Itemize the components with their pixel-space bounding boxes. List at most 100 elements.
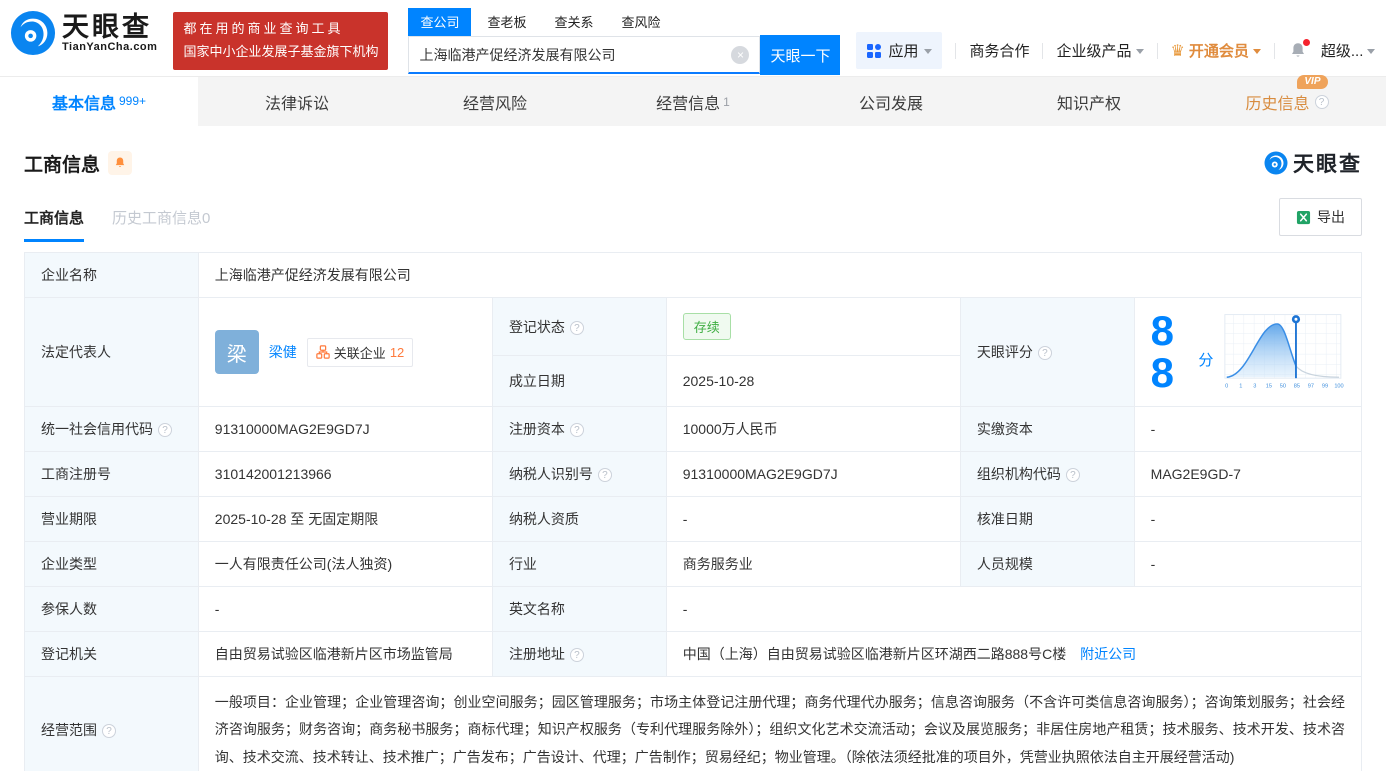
legal-rep-avatar[interactable]: 梁	[215, 330, 259, 374]
reg-number-label: 工商注册号	[25, 452, 199, 497]
table-row: 企业类型 一人有限责任公司(法人独资) 行业 商务服务业 人员规模 -	[25, 542, 1362, 587]
nearby-companies-link[interactable]: 附近公司	[1080, 646, 1136, 662]
business-term-label: 营业期限	[25, 497, 199, 542]
help-icon[interactable]: ?	[570, 321, 584, 335]
enterprise-products-label: 企业级产品	[1056, 40, 1131, 61]
svg-text:15: 15	[1266, 384, 1272, 390]
company-name-value: 上海临港产促经济发展有限公司	[198, 253, 1361, 298]
menu-enterprise-products[interactable]: 企业级产品	[1056, 40, 1143, 61]
score-label-cell: 天眼评分?	[960, 298, 1134, 407]
clear-search-icon[interactable]: ×	[731, 46, 749, 64]
company-name-label: 企业名称	[25, 253, 199, 298]
search-button[interactable]: 天眼一下	[760, 35, 840, 75]
notification-dot	[1303, 39, 1310, 46]
staff-size-value: -	[1134, 542, 1361, 587]
business-term-value: 2025-10-28 至 无固定期限	[198, 497, 492, 542]
table-row: 营业期限 2025-10-28 至 无固定期限 纳税人资质 - 核准日期 -	[25, 497, 1362, 542]
chevron-down-icon	[1367, 49, 1375, 54]
help-icon[interactable]: ?	[102, 724, 116, 738]
promo-banner: 都在用的商业查询工具 国家中小企业发展子基金旗下机构	[173, 12, 388, 70]
search-input-wrap: ×	[408, 36, 760, 74]
est-date-label: 成立日期	[492, 356, 666, 407]
notification-bell[interactable]	[1288, 41, 1308, 61]
menu-user[interactable]: 超级...	[1321, 40, 1376, 61]
industry-value: 商务服务业	[666, 542, 960, 587]
tab-history-info[interactable]: 历史信息 VIP ?	[1188, 77, 1386, 126]
tianyancha-watermark: 天眼查	[1264, 148, 1362, 178]
promo-line-1: 都在用的商业查询工具	[183, 18, 378, 41]
tab-label: 经营风险	[463, 90, 527, 114]
top-menu: 应用 商务合作 企业级产品 ♛ 开通会员 超级...	[856, 32, 1375, 69]
tab-count: 1	[723, 95, 730, 109]
help-icon[interactable]: ?	[1315, 95, 1329, 109]
apps-menu[interactable]: 应用	[856, 32, 942, 69]
tianyancha-logo[interactable]: 天眼查 TianYanCha.com	[10, 10, 157, 56]
legal-rep-name-link[interactable]: 梁健	[269, 342, 297, 362]
apps-grid-icon	[866, 43, 882, 59]
menu-cooperation[interactable]: 商务合作	[969, 40, 1029, 61]
help-icon[interactable]: ?	[570, 648, 584, 662]
svg-text:100: 100	[1335, 384, 1344, 390]
promo-line-2: 国家中小企业发展子基金旗下机构	[183, 41, 378, 64]
reg-number-value: 310142001213966	[198, 452, 492, 497]
search-area: 查公司 查老板 查关系 查风险 × 天眼一下	[408, 8, 840, 75]
menu-open-vip[interactable]: ♛ 开通会员	[1171, 40, 1261, 61]
address-value: 中国（上海）自由贸易试验区临港新片区环湖西二路888号C楼	[683, 646, 1066, 662]
tianyancha-logo-icon	[10, 10, 56, 56]
reg-status-label-cell: 登记状态?	[492, 298, 666, 356]
legal-rep-cell: 梁 梁健 关联企业 12	[198, 298, 492, 407]
help-icon[interactable]: ?	[570, 423, 584, 437]
taxpayer-quality-label: 纳税人资质	[492, 497, 666, 542]
vip-badge: VIP	[1297, 75, 1327, 89]
tab-intellectual-property[interactable]: 知识产权	[990, 77, 1188, 126]
help-icon[interactable]: ?	[158, 423, 172, 437]
subtab-business-info[interactable]: 工商信息	[24, 207, 84, 242]
table-row: 登记机关 自由贸易试验区临港新片区市场监管局 注册地址? 中国（上海）自由贸易试…	[25, 632, 1362, 677]
company-nav-tabs: 基本信息 999+ 法律诉讼 经营风险 经营信息 1 公司发展 知识产权 历史信…	[0, 76, 1386, 126]
scope-value: 一般项目：企业管理；企业管理咨询；创业空间服务；园区管理服务；市场主体登记注册代…	[198, 677, 1361, 771]
svg-text:0: 0	[1226, 384, 1229, 390]
menu-divider	[955, 43, 956, 59]
search-tab-relation[interactable]: 查关系	[542, 8, 605, 36]
export-button[interactable]: 导出	[1279, 198, 1362, 236]
tab-label: 历史信息	[1245, 96, 1309, 113]
staff-size-label: 人员规模	[960, 542, 1134, 587]
business-info-table: 企业名称 上海临港产促经济发展有限公司 法定代表人 梁 梁健	[24, 252, 1362, 771]
reg-capital-label-cell: 注册资本?	[492, 407, 666, 452]
address-value-cell: 中国（上海）自由贸易试验区临港新片区环湖西二路888号C楼 附近公司	[666, 632, 1361, 677]
reg-status-value-cell: 存续	[666, 298, 960, 356]
tab-company-development[interactable]: 公司发展	[792, 77, 990, 126]
help-icon[interactable]: ?	[1066, 468, 1080, 482]
search-tab-company[interactable]: 查公司	[408, 8, 471, 36]
related-companies-badge[interactable]: 关联企业 12	[307, 338, 413, 367]
crown-icon: ♛	[1171, 41, 1185, 61]
svg-text:99: 99	[1322, 384, 1328, 390]
menu-divider	[1042, 43, 1043, 59]
help-icon[interactable]: ?	[1038, 346, 1052, 360]
search-tab-risk[interactable]: 查风险	[610, 8, 673, 36]
apps-label: 应用	[888, 40, 918, 61]
table-row: 企业名称 上海临港产促经济发展有限公司	[25, 253, 1362, 298]
bell-icon	[113, 156, 127, 170]
tab-label: 基本信息	[52, 90, 116, 114]
subtab-history-business-info[interactable]: 历史工商信息0	[112, 207, 210, 242]
tab-basic-info[interactable]: 基本信息 999+	[0, 77, 198, 126]
tab-legal-litigation[interactable]: 法律诉讼	[198, 77, 396, 126]
score-label: 天眼评分	[977, 344, 1033, 360]
score-distribution-chart: 0 1 3 15 50 85 97 99 100	[1223, 310, 1345, 394]
address-label-cell: 注册地址?	[492, 632, 666, 677]
tab-business-info[interactable]: 经营信息 1	[594, 77, 792, 126]
monitor-bell-button[interactable]	[108, 151, 132, 175]
taxpayer-id-label-cell: 纳税人识别号?	[492, 452, 666, 497]
svg-text:1: 1	[1240, 384, 1243, 390]
est-date-value: 2025-10-28	[666, 356, 960, 407]
sub-tabs: 工商信息 历史工商信息0	[24, 207, 210, 242]
search-input[interactable]	[419, 47, 731, 63]
open-vip-label: 开通会员	[1189, 40, 1249, 61]
tab-operation-risk[interactable]: 经营风险	[396, 77, 594, 126]
search-tab-boss[interactable]: 查老板	[475, 8, 538, 36]
svg-text:3: 3	[1254, 384, 1257, 390]
score-value: 88	[1151, 310, 1195, 394]
approval-date-label: 核准日期	[960, 497, 1134, 542]
help-icon[interactable]: ?	[598, 468, 612, 482]
